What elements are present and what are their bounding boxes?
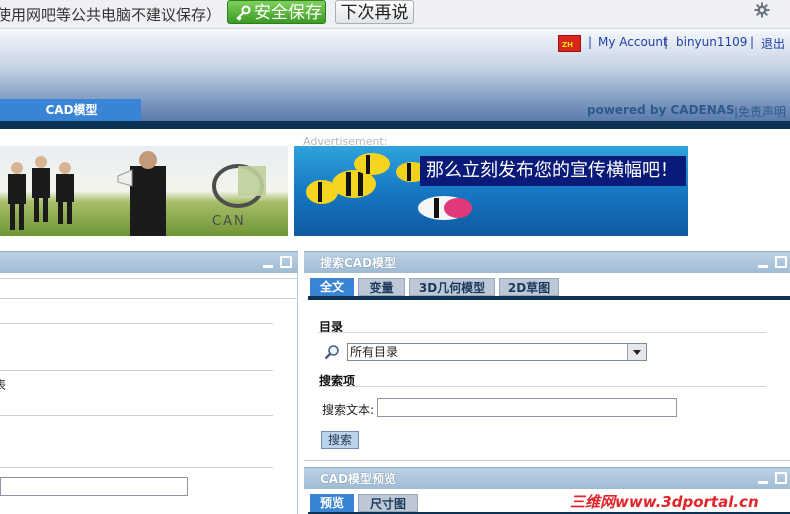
search-text-input[interactable] (377, 398, 677, 417)
my-account-link[interactable]: My Account (598, 35, 668, 49)
search-button[interactable]: 搜索 (321, 431, 359, 449)
cad-logo-text: CAN (212, 214, 246, 229)
chevron-down-icon[interactable] (627, 344, 646, 360)
partial-label: 表 (0, 378, 7, 392)
separator: | (750, 35, 755, 49)
maximize-icon[interactable] (280, 256, 292, 268)
logout-link[interactable]: 退出 (761, 35, 785, 52)
tab-preview[interactable]: 预览 (310, 494, 354, 512)
divider (0, 370, 273, 371)
left-panel: 表 (0, 251, 298, 514)
divider (304, 460, 790, 461)
left-panel-header (0, 251, 298, 273)
save-button[interactable]: 安全保存 (227, 0, 326, 24)
preview-panel-title: CAD模型预览 (320, 472, 397, 486)
key-icon (236, 5, 251, 21)
powered-by-text: powered by CADENAS (587, 103, 735, 117)
divider (0, 467, 273, 468)
catalog-select[interactable]: 所有目录 (347, 343, 647, 361)
cad-banner-image[interactable]: CAN (0, 146, 288, 236)
tab-3d-geometry[interactable]: 3D几何模型 (409, 278, 495, 296)
preview-panel-header: CAD模型预览 (304, 467, 790, 489)
minimize-icon[interactable] (758, 481, 768, 484)
language-flag[interactable]: ZH (558, 35, 581, 52)
divider (0, 323, 273, 324)
not-now-button[interactable]: 下次再说 (335, 0, 414, 24)
save-warning-text: 使用网吧等公共电脑不建议保存） (0, 6, 222, 24)
search-panel-title: 搜索CAD模型 (320, 256, 397, 270)
divider (0, 298, 298, 299)
tab-dimension-drawing[interactable]: 尺寸图 (358, 494, 418, 512)
tab-variables[interactable]: 变量 (358, 278, 405, 296)
save-button-label: 安全保存 (254, 3, 322, 23)
separator: | (588, 35, 593, 49)
promo-banner-text: 那么立刻发布您的宣传横幅吧！ (420, 156, 686, 186)
site-watermark: 三维网www.3dportal.cn (570, 493, 759, 511)
search-icon (324, 345, 339, 360)
tab-2d-sketch[interactable]: 2D草图 (499, 278, 559, 296)
separator: | (664, 35, 669, 49)
catalog-select-value: 所有目录 (350, 345, 399, 359)
nav-tab-cad-models[interactable]: CAD模型 (0, 99, 141, 121)
nav-tab-label: CAD模型 (45, 103, 98, 117)
maximize-icon[interactable] (775, 472, 787, 484)
maximize-icon[interactable] (775, 256, 787, 268)
search-text-label: 搜索文本: (322, 403, 375, 417)
tab-fulltext[interactable]: 全文 (310, 278, 354, 296)
gear-icon[interactable] (754, 2, 770, 18)
disclaimer-link[interactable]: |免责声明 (734, 103, 786, 120)
nav-bar-strip (0, 121, 790, 129)
divider (0, 278, 298, 279)
minimize-icon[interactable] (263, 265, 273, 268)
divider (318, 332, 766, 333)
tab-underline (308, 296, 790, 300)
username-link[interactable]: binyun1109 (676, 35, 747, 49)
divider (0, 415, 273, 416)
divider (318, 386, 766, 387)
flag-label: ZH (562, 41, 573, 49)
search-panel-header: 搜索CAD模型 (304, 251, 790, 273)
minimize-icon[interactable] (758, 265, 768, 268)
left-panel-input[interactable] (0, 477, 188, 496)
